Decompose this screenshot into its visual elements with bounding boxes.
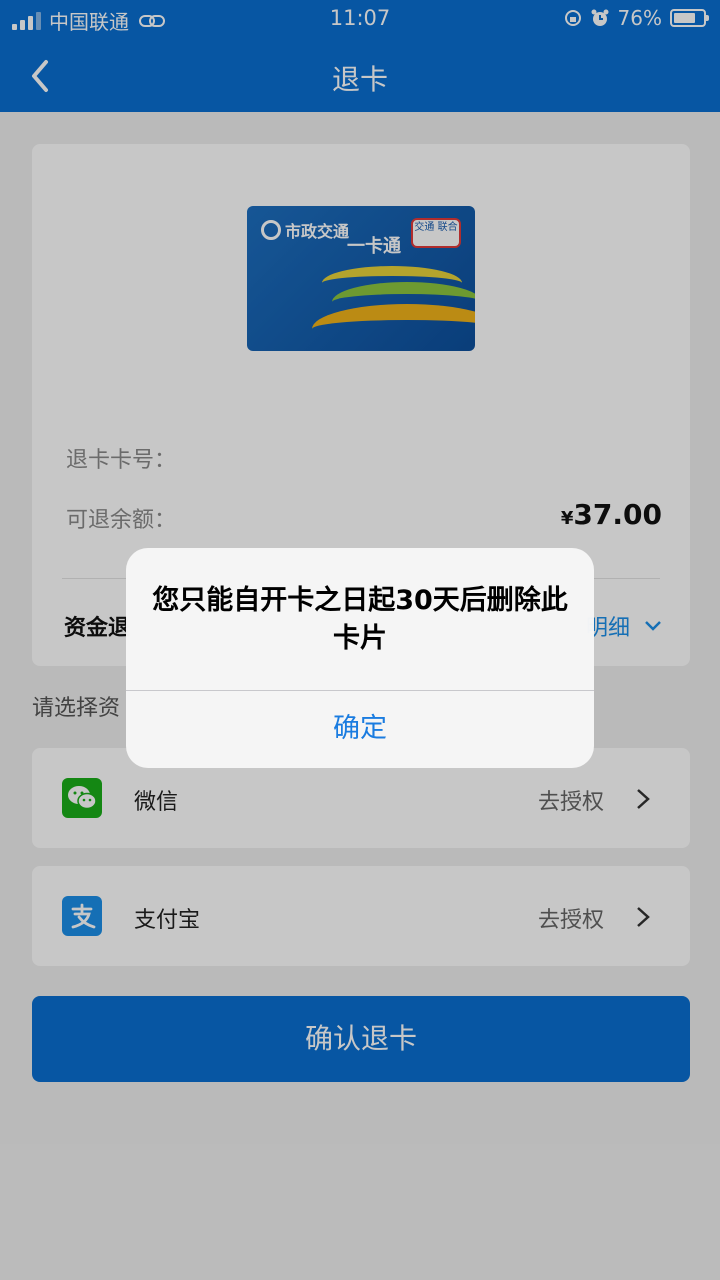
dialog-message: 您只能自开卡之日起30天后删除此卡片: [152, 585, 568, 654]
dialog-ok-button[interactable]: 确定: [126, 690, 594, 768]
alert-dialog: 您只能自开卡之日起30天后删除此卡片 确定: [126, 548, 594, 768]
